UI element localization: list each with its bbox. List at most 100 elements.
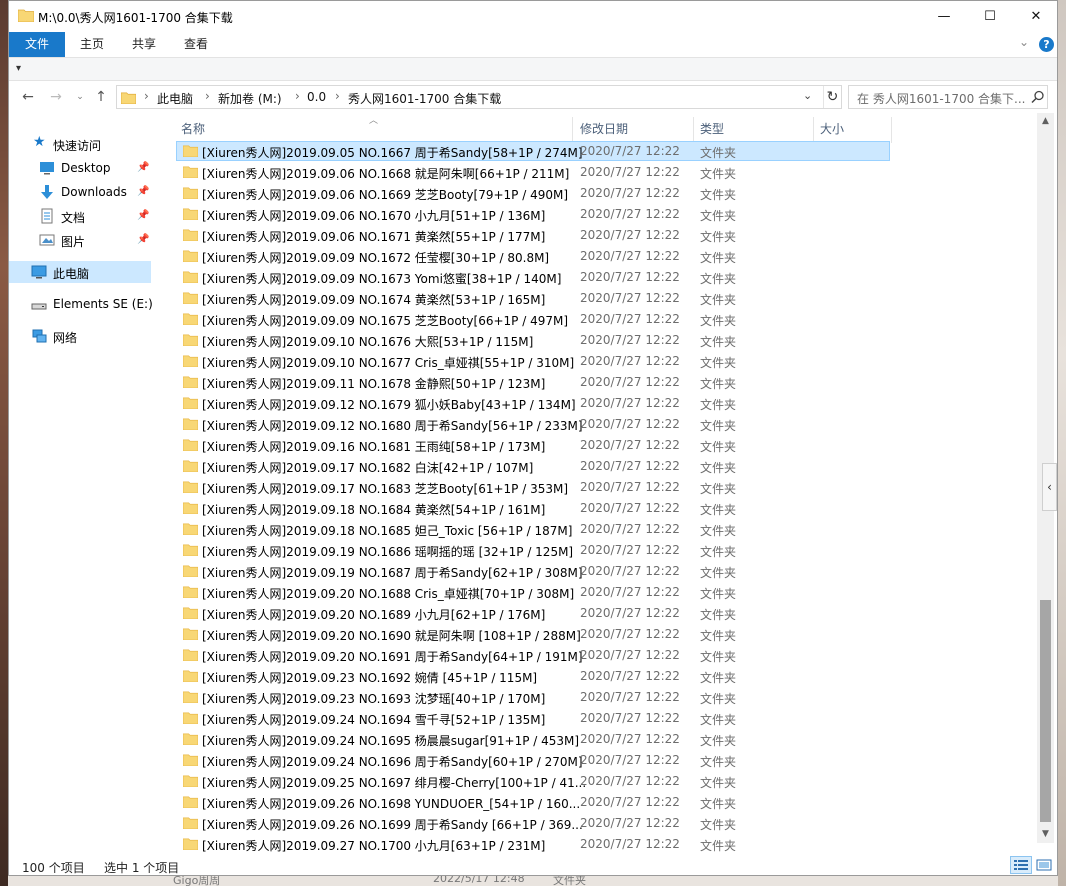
tab-home[interactable]: 主页 xyxy=(66,32,118,57)
breadcrumb-separator[interactable]: › xyxy=(205,89,210,103)
folder-icon xyxy=(183,775,198,787)
folder-icon xyxy=(183,376,198,388)
table-row[interactable]: [Xiuren秀人网]2019.09.18 NO.1684 黄楽然[54+1P … xyxy=(164,498,1037,519)
table-row[interactable]: [Xiuren秀人网]2019.09.09 NO.1674 黄楽然[53+1P … xyxy=(164,288,1037,309)
sidebar-item-downloads[interactable]: Downloads 📌 xyxy=(9,181,151,203)
sidebar-item-this-pc[interactable]: 此电脑 xyxy=(9,261,151,283)
details-view-button[interactable] xyxy=(1010,856,1032,874)
tab-view[interactable]: 查看 xyxy=(170,32,222,57)
table-row[interactable]: [Xiuren秀人网]2019.09.24 NO.1694 雪千寻[52+1P … xyxy=(164,708,1037,729)
table-row[interactable]: [Xiuren秀人网]2019.09.06 NO.1670 小九月[51+1P … xyxy=(164,204,1037,225)
table-row[interactable]: [Xiuren秀人网]2019.09.20 NO.1690 就是阿朱啊 [108… xyxy=(164,624,1037,645)
table-row[interactable]: [Xiuren秀人网]2019.09.12 NO.1679 狐小妖Baby[43… xyxy=(164,393,1037,414)
table-row[interactable]: [Xiuren秀人网]2019.09.20 NO.1689 小九月[62+1P … xyxy=(164,603,1037,624)
breadcrumb-folder-0-0[interactable]: 0.0 xyxy=(307,90,326,104)
table-row[interactable]: [Xiuren秀人网]2019.09.17 NO.1682 白沫[42+1P /… xyxy=(164,456,1037,477)
column-header-name[interactable]: 名称 xyxy=(175,117,573,143)
file-date: 2020/7/27 12:22 xyxy=(580,459,680,473)
sidebar-item-desktop[interactable]: Desktop 📌 xyxy=(9,157,151,179)
table-row[interactable]: [Xiuren秀人网]2019.09.27 NO.1700 小九月[63+1P … xyxy=(164,834,1037,853)
table-row[interactable]: [Xiuren秀人网]2019.09.20 NO.1691 周于希Sandy[6… xyxy=(164,645,1037,666)
close-button[interactable]: ✕ xyxy=(1013,1,1057,32)
file-date: 2020/7/27 12:22 xyxy=(580,606,680,620)
forward-button[interactable]: → xyxy=(46,87,66,107)
scrollbar-thumb[interactable] xyxy=(1040,600,1051,822)
scroll-up-icon[interactable]: ▲ xyxy=(1037,113,1054,130)
file-name: [Xiuren秀人网]2019.09.12 NO.1680 周于希Sandy[5… xyxy=(202,419,583,433)
address-history-icon[interactable]: ⌄ xyxy=(803,89,812,102)
folder-icon xyxy=(183,796,198,808)
table-row[interactable]: [Xiuren秀人网]2019.09.24 NO.1696 周于希Sandy[6… xyxy=(164,750,1037,771)
address-bar[interactable]: › 此电脑 › 新加卷 (M:) › 0.0 › 秀人网1601-1700 合集… xyxy=(116,85,842,109)
sidebar-item-documents[interactable]: 文档 📌 xyxy=(9,205,151,227)
help-icon[interactable]: ? xyxy=(1039,37,1054,52)
breadcrumb-separator[interactable]: › xyxy=(295,89,300,103)
file-type: 文件夹 xyxy=(700,230,737,244)
search-icon[interactable] xyxy=(1031,90,1045,104)
table-row[interactable]: [Xiuren秀人网]2019.09.26 NO.1699 周于希Sandy [… xyxy=(164,813,1037,834)
table-row[interactable]: [Xiuren秀人网]2019.09.10 NO.1677 Cris_卓娅祺[5… xyxy=(164,351,1037,372)
table-row[interactable]: [Xiuren秀人网]2019.09.09 NO.1675 芝芝Booty[66… xyxy=(164,309,1037,330)
file-type: 文件夹 xyxy=(700,734,737,748)
breadcrumb-current-folder[interactable]: 秀人网1601-1700 合集下载 xyxy=(348,90,501,107)
table-row[interactable]: [Xiuren秀人网]2019.09.24 NO.1695 杨晨晨sugar[9… xyxy=(164,729,1037,750)
table-row[interactable]: [Xiuren秀人网]2019.09.06 NO.1668 就是阿朱啊[66+1… xyxy=(164,162,1037,183)
file-list: ︿ 名称 修改日期 类型 大小 [Xiuren秀人网]2019.09.05 NO… xyxy=(164,113,1037,853)
table-row[interactable]: [Xiuren秀人网]2019.09.10 NO.1676 大熙[53+1P /… xyxy=(164,330,1037,351)
folder-icon xyxy=(183,481,198,493)
file-date: 2020/7/27 12:22 xyxy=(580,354,680,368)
sidebar-item-network[interactable]: 网络 xyxy=(9,325,151,347)
table-row[interactable]: [Xiuren秀人网]2019.09.26 NO.1698 YUNDUOER_[… xyxy=(164,792,1037,813)
refresh-icon[interactable]: ↻ xyxy=(823,86,841,108)
up-button[interactable]: ↑ xyxy=(91,87,111,107)
recent-locations-icon[interactable]: ⌄ xyxy=(70,87,90,107)
table-row[interactable]: [Xiuren秀人网]2019.09.06 NO.1669 芝芝Booty[79… xyxy=(164,183,1037,204)
breadcrumb-this-pc[interactable]: 此电脑 xyxy=(157,90,193,107)
breadcrumb-separator[interactable]: › xyxy=(144,89,149,103)
sidebar-item-elements-drive[interactable]: Elements SE (E:) xyxy=(9,293,153,315)
folder-icon xyxy=(183,649,198,661)
ribbon-expand-icon[interactable]: ⌄ xyxy=(1019,35,1029,49)
chevron-left-icon[interactable]: ‹ xyxy=(1042,463,1057,511)
table-row[interactable]: [Xiuren秀人网]2019.09.20 NO.1688 Cris_卓娅祺[7… xyxy=(164,582,1037,603)
tab-file[interactable]: 文件 xyxy=(9,32,65,57)
table-row[interactable]: [Xiuren秀人网]2019.09.19 NO.1686 瑶啊摇的瑶 [32+… xyxy=(164,540,1037,561)
scroll-down-icon[interactable]: ▼ xyxy=(1037,826,1054,843)
back-button[interactable]: ← xyxy=(18,87,38,107)
customize-toolbar-icon[interactable]: ▾ xyxy=(16,63,21,74)
table-row[interactable]: [Xiuren秀人网]2019.09.06 NO.1671 黄楽然[55+1P … xyxy=(164,225,1037,246)
table-row[interactable]: [Xiuren秀人网]2019.09.19 NO.1687 周于希Sandy[6… xyxy=(164,561,1037,582)
folder-icon xyxy=(183,418,198,430)
title-bar[interactable]: M:\0.0\秀人网1601-1700 合集下载 — ☐ ✕ xyxy=(9,1,1057,32)
table-row[interactable]: [Xiuren秀人网]2019.09.09 NO.1673 Yomi悠蜜[38+… xyxy=(164,267,1037,288)
peek-date: 2022/5/17 12:48 xyxy=(433,876,525,885)
file-date: 2020/7/27 12:22 xyxy=(580,438,680,452)
file-type: 文件夹 xyxy=(700,377,737,391)
folder-icon xyxy=(183,691,198,703)
table-row[interactable]: [Xiuren秀人网]2019.09.16 NO.1681 王雨纯[58+1P … xyxy=(164,435,1037,456)
table-row[interactable]: [Xiuren秀人网]2019.09.05 NO.1667 周于希Sandy[5… xyxy=(164,141,1037,162)
file-type: 文件夹 xyxy=(700,755,737,769)
minimize-button[interactable]: — xyxy=(921,1,967,32)
file-name: [Xiuren秀人网]2019.09.16 NO.1681 王雨纯[58+1P … xyxy=(202,440,546,454)
column-header-size[interactable]: 大小 xyxy=(814,117,892,143)
table-row[interactable]: [Xiuren秀人网]2019.09.23 NO.1693 沈梦瑶[40+1P … xyxy=(164,687,1037,708)
table-row[interactable]: [Xiuren秀人网]2019.09.23 NO.1692 婉倩 [45+1P … xyxy=(164,666,1037,687)
breadcrumb-drive[interactable]: 新加卷 (M:) xyxy=(218,90,282,107)
sidebar-item-quick-access[interactable]: ★ 快速访问 xyxy=(9,133,151,155)
table-row[interactable]: [Xiuren秀人网]2019.09.18 NO.1685 妲己_Toxic [… xyxy=(164,519,1037,540)
table-row[interactable]: [Xiuren秀人网]2019.09.11 NO.1678 金静熙[50+1P … xyxy=(164,372,1037,393)
tab-share[interactable]: 共享 xyxy=(118,32,170,57)
table-row[interactable]: [Xiuren秀人网]2019.09.09 NO.1672 任莹樱[30+1P … xyxy=(164,246,1037,267)
table-row[interactable]: [Xiuren秀人网]2019.09.17 NO.1683 芝芝Booty[61… xyxy=(164,477,1037,498)
maximize-button[interactable]: ☐ xyxy=(967,1,1013,32)
large-icons-view-button[interactable] xyxy=(1033,856,1055,874)
sidebar-item-pictures[interactable]: 图片 📌 xyxy=(9,229,151,251)
folder-icon xyxy=(121,92,136,104)
table-row[interactable]: [Xiuren秀人网]2019.09.12 NO.1680 周于希Sandy[5… xyxy=(164,414,1037,435)
column-header-date[interactable]: 修改日期 xyxy=(574,117,694,143)
search-input[interactable]: 在 秀人网1601-1700 合集下... xyxy=(848,85,1048,109)
column-header-type[interactable]: 类型 xyxy=(694,117,814,143)
breadcrumb-separator[interactable]: › xyxy=(335,89,340,103)
table-row[interactable]: [Xiuren秀人网]2019.09.25 NO.1697 绯月樱-Cherry… xyxy=(164,771,1037,792)
